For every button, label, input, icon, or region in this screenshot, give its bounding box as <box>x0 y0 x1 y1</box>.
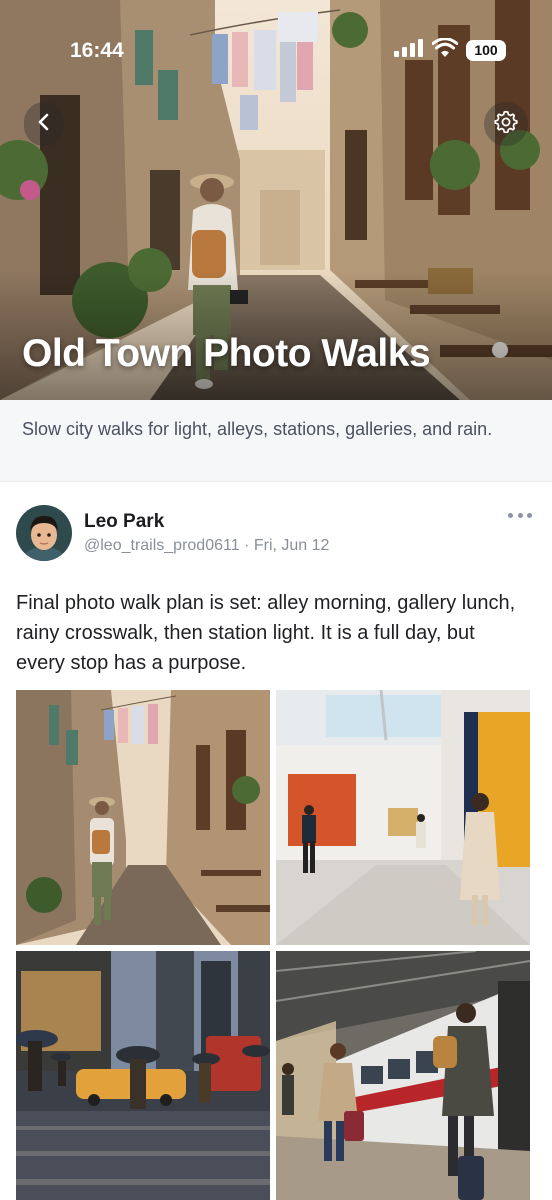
author-meta: @leo_trails_prod0611 · Fri, Jun 12 <box>84 537 329 555</box>
settings-button[interactable] <box>484 102 528 146</box>
chevron-left-icon <box>37 112 51 137</box>
battery-icon: 100 <box>466 39 506 61</box>
post-body: Final photo walk plan is set: alley morn… <box>16 592 516 674</box>
status-icons: 100 <box>394 36 506 63</box>
wifi-icon <box>431 36 459 63</box>
author-handle[interactable]: @leo_trails_prod0611 <box>84 537 240 554</box>
more-horizontal-icon <box>508 512 513 518</box>
photo-alley-morning[interactable] <box>16 690 270 945</box>
photo-gallery-lunch[interactable] <box>276 690 530 945</box>
cellular-signal-icon <box>394 38 424 62</box>
page-title: Old Town Photo Walks <box>22 332 431 375</box>
community-description: Slow city walks for light, alleys, stati… <box>0 400 552 482</box>
hero-banner: 16:44 100 Old Town Photo Walks <box>0 0 552 400</box>
status-time: 16:44 <box>70 39 124 62</box>
post-date: Fri, Jun 12 <box>253 537 330 554</box>
back-button[interactable] <box>24 102 64 146</box>
author-name[interactable]: Leo Park <box>84 511 164 533</box>
gear-icon <box>493 109 519 140</box>
avatar[interactable] <box>16 505 72 561</box>
meta-separator: · <box>244 537 250 554</box>
photo-rainy-crosswalk[interactable] <box>16 951 270 1200</box>
photo-station-light[interactable] <box>276 951 530 1200</box>
more-options-button[interactable] <box>508 506 532 524</box>
